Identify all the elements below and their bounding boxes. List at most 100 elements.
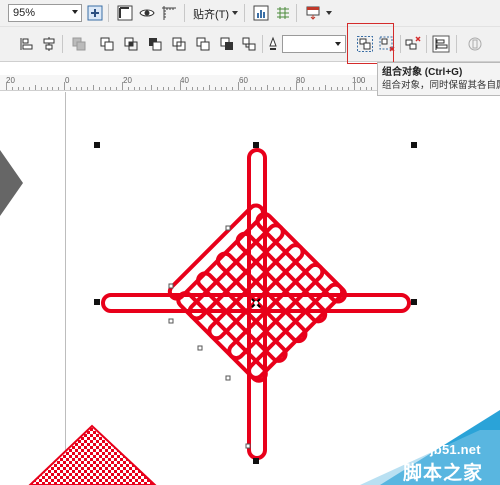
checkered-triangle-shape xyxy=(28,424,157,485)
pen-outline-icon[interactable] xyxy=(264,35,282,53)
weld-icon[interactable] xyxy=(70,35,88,53)
grid-icon[interactable] xyxy=(274,4,292,22)
watermark-name: 脚本之家 xyxy=(403,463,484,484)
group-button-highlight xyxy=(347,23,394,64)
chevron-down-icon[interactable] xyxy=(72,10,78,14)
ruler-tick xyxy=(76,87,77,90)
chevron-down-icon[interactable] xyxy=(335,42,341,46)
zoom-to-fit-icon[interactable] xyxy=(86,4,104,22)
outline-width-select[interactable] xyxy=(282,35,346,53)
wrap-text-icon[interactable] xyxy=(466,35,484,53)
zoom-level-value: 95% xyxy=(13,7,36,19)
toolbar-divider xyxy=(244,4,245,22)
ruler-tick xyxy=(296,82,297,90)
frame-icon[interactable] xyxy=(116,4,134,22)
ruler-tick xyxy=(29,87,30,90)
ruler-tick xyxy=(261,87,262,90)
intersect-icon[interactable] xyxy=(122,35,140,53)
rulers-icon[interactable] xyxy=(160,4,178,22)
ruler-tick xyxy=(313,87,314,90)
center-point xyxy=(254,301,258,305)
ruler-label: 40 xyxy=(180,76,189,85)
chevron-down-icon[interactable] xyxy=(232,11,238,15)
ruler-tick xyxy=(93,85,94,90)
selection-handle[interactable] xyxy=(411,142,417,148)
ruler-tick xyxy=(319,87,320,90)
ruler-tick xyxy=(52,87,53,90)
align-panel-icon[interactable] xyxy=(432,35,450,53)
ruler-tick xyxy=(58,87,59,90)
selection-handle[interactable] xyxy=(253,458,259,464)
ruler-tick xyxy=(279,87,280,90)
toolbar-divider xyxy=(184,4,185,22)
node-handle xyxy=(168,318,174,324)
ruler-tick xyxy=(273,87,274,90)
selection-handle[interactable] xyxy=(94,299,100,305)
import-icon[interactable] xyxy=(304,4,322,22)
boundary-icon[interactable] xyxy=(240,35,258,53)
ruler-tick xyxy=(23,87,24,90)
ruler-tick xyxy=(331,87,332,90)
toolbar-divider xyxy=(426,35,427,53)
ruler-tick xyxy=(64,82,65,90)
selection-handle[interactable] xyxy=(253,142,259,148)
ruler-tick xyxy=(325,85,326,90)
ruler-tick xyxy=(250,87,251,90)
ruler-tick xyxy=(145,87,146,90)
ruler-tick xyxy=(110,87,111,90)
ruler-tick xyxy=(163,87,164,90)
ruler-tick xyxy=(366,87,367,90)
watermark-site: jb51.net xyxy=(430,442,481,457)
chart-icon[interactable] xyxy=(252,4,270,22)
ruler-tick xyxy=(342,87,343,90)
simplify-icon[interactable] xyxy=(146,35,164,53)
boundary-icon[interactable] xyxy=(218,35,236,53)
ruler-tick xyxy=(47,87,48,90)
ruler-tick xyxy=(284,87,285,90)
node-handle xyxy=(245,443,251,449)
ruler-label: 60 xyxy=(239,76,248,85)
standard-toolbar: 95% 贴齐(T) xyxy=(0,0,500,27)
ruler-label: 80 xyxy=(296,76,305,85)
ruler-tick xyxy=(18,87,19,90)
ruler-tick xyxy=(35,85,36,90)
ruler-tick xyxy=(180,82,181,90)
back-minus-front-icon[interactable] xyxy=(194,35,212,53)
zoom-level-select[interactable]: 95% xyxy=(8,4,82,22)
ruler-tick xyxy=(226,87,227,90)
front-minus-back-icon[interactable] xyxy=(170,35,188,53)
ruler-tick xyxy=(139,87,140,90)
ruler-label: 20 xyxy=(6,76,15,85)
ungroup-all-icon[interactable] xyxy=(404,35,422,53)
ruler-tick xyxy=(151,85,152,90)
align-distribute-icon[interactable] xyxy=(40,35,58,53)
ruler-tick xyxy=(122,82,123,90)
trim-icon[interactable] xyxy=(98,35,116,53)
ruler-tick xyxy=(232,87,233,90)
ruler-tick xyxy=(157,87,158,90)
ruler-tick xyxy=(337,87,338,90)
ruler-tick xyxy=(168,87,169,90)
ruler-tick xyxy=(371,87,372,90)
chevron-down-icon[interactable] xyxy=(326,11,332,15)
tooltip-description: 组合对象，同时保留其各自属性 xyxy=(382,80,500,91)
ruler-tick xyxy=(174,87,175,90)
ruler-tick xyxy=(221,87,222,90)
toolbar-divider xyxy=(262,35,263,53)
snap-to-menu[interactable]: 贴齐(T) xyxy=(193,6,229,22)
ruler-tick xyxy=(267,85,268,90)
ruler-tick xyxy=(302,87,303,90)
ruler-tick xyxy=(308,87,309,90)
group-objects-tooltip: 组合对象 (Ctrl+G) 组合对象，同时保留其各自属性 xyxy=(377,62,500,96)
ruler-tick xyxy=(197,87,198,90)
ruler-tick xyxy=(41,87,42,90)
ruler-tick xyxy=(105,87,106,90)
align-left-icon[interactable] xyxy=(18,35,36,53)
selection-handle[interactable] xyxy=(94,142,100,148)
eye-icon[interactable] xyxy=(138,4,156,22)
ruler-tick xyxy=(128,87,129,90)
ruler-label: 20 xyxy=(123,76,132,85)
ruler-tick xyxy=(360,87,361,90)
ruler-tick xyxy=(99,87,100,90)
selection-handle[interactable] xyxy=(411,299,417,305)
